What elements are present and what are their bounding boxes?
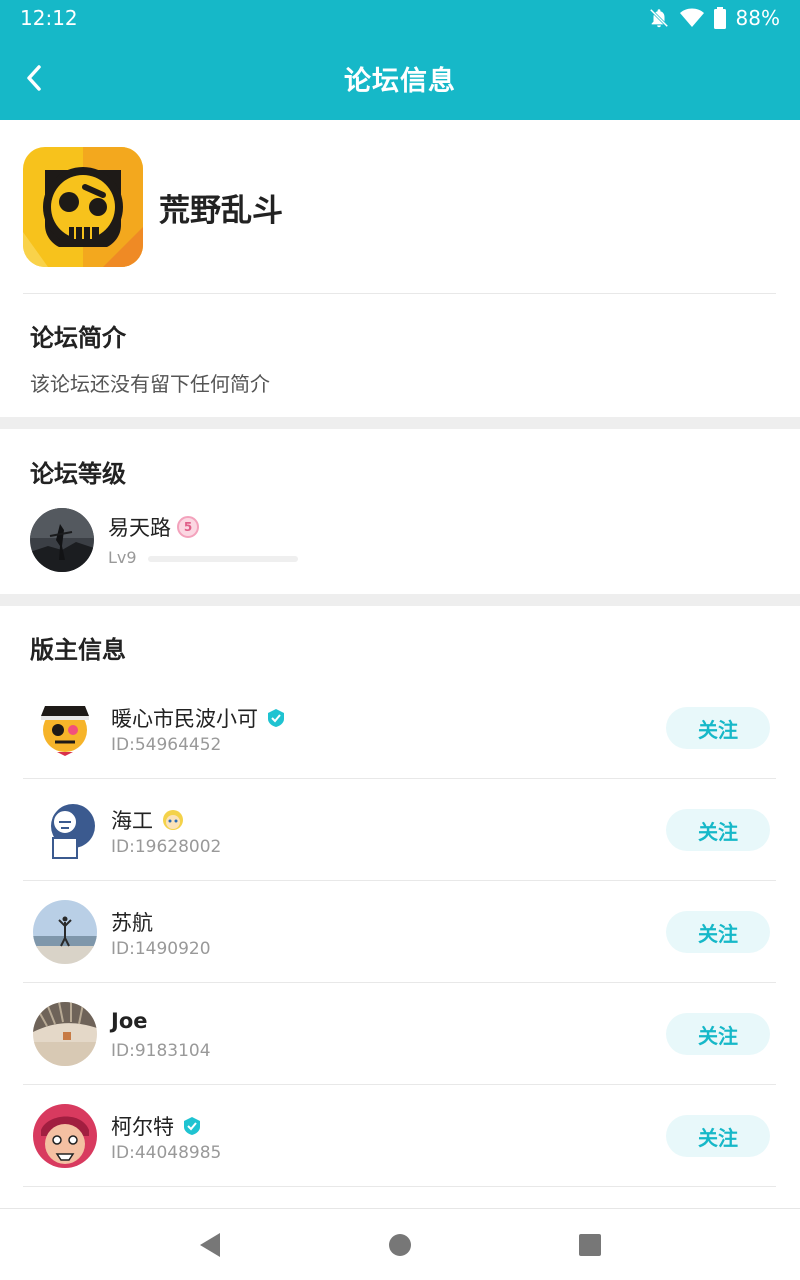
app-bar: 论坛信息 — [0, 36, 800, 120]
divider — [23, 1186, 776, 1187]
status-icons: 88% — [648, 6, 780, 30]
moderator-id: ID:9183104 — [111, 1041, 211, 1061]
nav-back-button[interactable] — [190, 1225, 230, 1265]
moderator-row[interactable]: 海工 ID:19628002 关注 — [23, 779, 776, 881]
follow-button[interactable]: 关注 — [666, 707, 770, 749]
avatar — [33, 900, 97, 964]
forum-header: 荒野乱斗 — [0, 120, 800, 294]
chevron-left-icon — [27, 65, 41, 91]
follow-button[interactable]: 关注 — [666, 1115, 770, 1157]
moderator-name: 苏航 — [111, 907, 153, 937]
moderator-row[interactable]: 苏航 ID:1490920 关注 — [23, 881, 776, 983]
moderator-name: 柯尔特 — [111, 1111, 202, 1141]
verified-icon — [268, 709, 284, 727]
avatar — [33, 1104, 97, 1168]
nav-recents-button[interactable] — [570, 1225, 610, 1265]
level-progress-bar — [148, 556, 298, 562]
battery-percent: 88% — [735, 6, 780, 30]
level-label: Lv9 — [108, 548, 137, 567]
level-user: 易天路 5 — [108, 512, 199, 542]
wifi-icon — [679, 7, 704, 29]
triangle-back-icon — [200, 1232, 220, 1257]
avatar-sticker-icon — [163, 810, 183, 830]
avatar — [33, 696, 97, 760]
square-recents-icon — [579, 1233, 601, 1256]
level-title: 论坛等级 — [30, 460, 126, 488]
moderator-name: 暖心市民波小可 — [111, 703, 286, 733]
page-title: 论坛信息 — [344, 65, 456, 97]
intro-title: 论坛简介 — [30, 324, 126, 352]
forum-name: 荒野乱斗 — [159, 192, 283, 229]
moderators-title: 版主信息 — [30, 636, 126, 664]
notifications-off-icon — [648, 7, 670, 29]
moderator-row[interactable]: 柯尔特 ID:44048985 关注 — [23, 1085, 776, 1187]
moderator-id: ID:54964452 — [111, 735, 222, 755]
moderator-name: 海工 — [111, 805, 185, 835]
battery-icon — [713, 7, 726, 29]
moderator-id: ID:1490920 — [111, 939, 211, 959]
moderator-row[interactable]: 暖心市民波小可 ID:54964452 关注 — [23, 677, 776, 779]
verified-icon — [184, 1117, 200, 1135]
nav-home-button[interactable] — [380, 1225, 420, 1265]
level-badge-number: 5 — [183, 520, 193, 534]
moderator-id: ID:44048985 — [111, 1143, 222, 1163]
level-info: 易天路 5 Lv9 — [108, 508, 408, 572]
moderator-name-text: Joe — [111, 1009, 148, 1033]
avatar — [30, 508, 94, 572]
status-time: 12:12 — [20, 6, 78, 30]
intro-text: 该论坛还没有留下任何简介 — [30, 372, 270, 396]
section-gap — [0, 594, 800, 606]
moderator-name: Joe — [111, 1009, 147, 1033]
moderator-row[interactable]: Joe ID:9183104 关注 — [23, 983, 776, 1085]
follow-button[interactable]: 关注 — [666, 911, 770, 953]
status-bar: 12:12 88% — [0, 0, 800, 36]
back-button[interactable] — [14, 56, 54, 100]
moderator-name-text: 柯尔特 — [111, 1115, 174, 1139]
level-badge-icon: 5 — [177, 516, 199, 538]
level-user-name: 易天路 — [108, 516, 171, 540]
moderator-name-text: 暖心市民波小可 — [111, 707, 258, 731]
forum-logo — [23, 147, 143, 267]
moderator-id: ID:19628002 — [111, 837, 222, 857]
follow-button[interactable]: 关注 — [666, 1013, 770, 1055]
avatar — [33, 798, 97, 862]
moderator-name-text: 海工 — [111, 809, 153, 833]
follow-button[interactable]: 关注 — [666, 809, 770, 851]
circle-home-icon — [389, 1233, 411, 1256]
section-gap — [0, 417, 800, 429]
divider — [23, 293, 776, 294]
level-row[interactable]: 易天路 5 Lv9 — [30, 508, 430, 572]
system-nav-bar — [0, 1208, 800, 1280]
moderator-name-text: 苏航 — [111, 911, 153, 935]
avatar — [33, 1002, 97, 1066]
